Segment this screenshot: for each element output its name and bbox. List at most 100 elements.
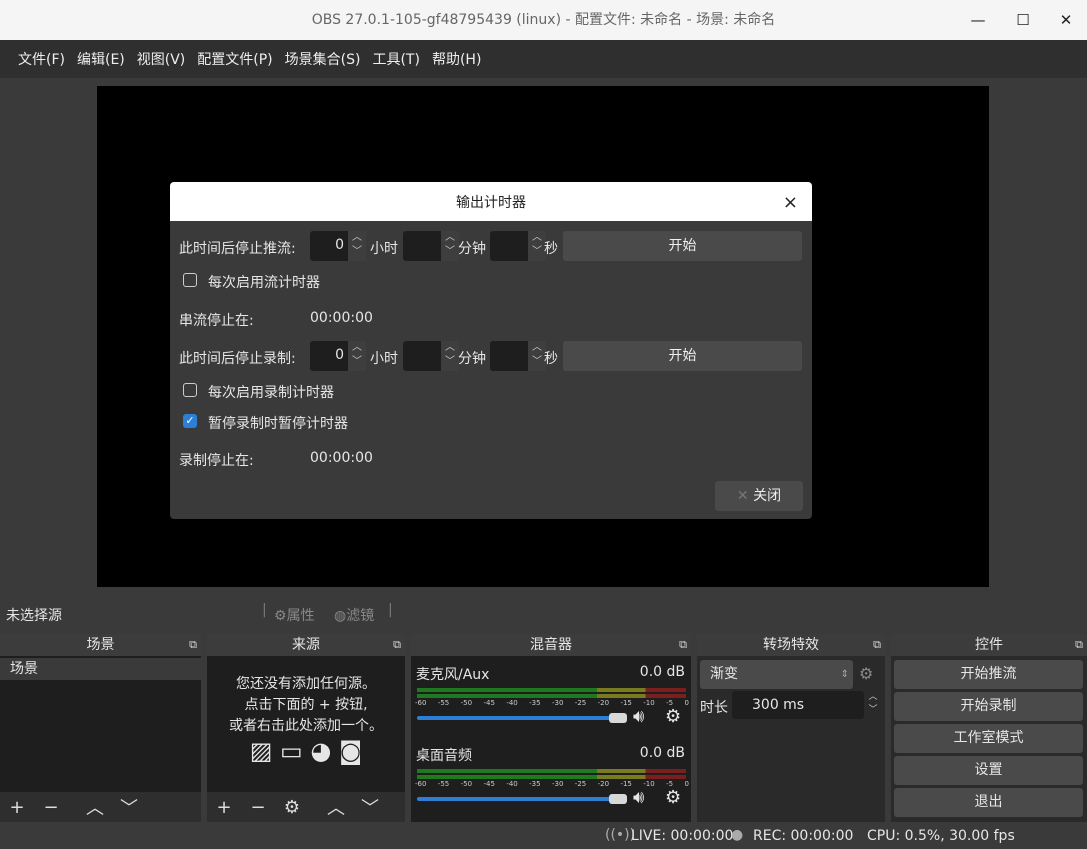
transition-select[interactable]: 渐变 ⇕ (700, 660, 853, 689)
volume-knob[interactable] (609, 794, 627, 804)
gear-icon: ⚙ (274, 608, 287, 624)
meter-tick-label: -35 (529, 699, 541, 707)
meter-tick-label: -25 (574, 699, 587, 707)
empty-hint: 或者右击此处添加一个。 (229, 718, 383, 734)
meter-tick-label: -50 (460, 780, 473, 788)
channel-db: 0.0 dB (639, 664, 685, 680)
stream-minutes-spinbox[interactable]: ︿ ﹀ (403, 231, 459, 261)
title-bar: OBS 27.0.1-105-gf48795439 (linux) - 配置文件… (0, 0, 1087, 40)
gear-icon[interactable]: ⚙ (665, 787, 681, 808)
spin-arrows-icon[interactable]: ︿ ﹀ (441, 231, 459, 261)
record-stop-at-label: 录制停止在: (179, 453, 254, 469)
meter-tick-label: -20 (597, 699, 610, 707)
output-timer-dialog: 输出计时器 × 此时间后停止推流: 0 ︿ ﹀ 小时 ︿ ﹀ 分钟 ︿ ﹀ 秒 开始 每… (170, 182, 812, 519)
status-bar: ((•)) LIVE: 00:00:00 ● REC: 00:00:00 CPU… (0, 822, 1087, 849)
meter-tick-label: -35 (529, 780, 541, 788)
float-icon[interactable]: ⧉ (393, 634, 401, 656)
menu-file[interactable]: 文件(F) (18, 49, 65, 69)
empty-hint: 您还没有添加任何源。 (236, 676, 376, 692)
meter-tick-label: -30 (551, 780, 564, 788)
pause-timer-checkbox[interactable]: ✓ (183, 414, 197, 428)
record-auto-checkbox[interactable] (183, 383, 197, 397)
float-icon[interactable]: ⧉ (873, 634, 881, 656)
float-icon[interactable]: ⧉ (189, 634, 197, 656)
add-icon[interactable]: + (0, 797, 34, 818)
audio-meter (417, 694, 686, 698)
record-hours-spinbox[interactable]: 0 ︿ ﹀ (310, 341, 366, 371)
close-label: 关闭 (753, 488, 782, 504)
move-up-icon[interactable]: ︿ (319, 794, 353, 820)
record-auto-label: 每次启用录制计时器 (208, 385, 334, 401)
spin-arrows-icon[interactable]: ︿ ﹀ (348, 231, 366, 261)
maximize-button[interactable]: ☐ (1000, 0, 1046, 40)
meter-tick-label: -15 (620, 699, 632, 707)
scene-item[interactable]: 场景 (0, 658, 201, 680)
seconds-unit: 秒 (544, 241, 558, 257)
start-streaming-button[interactable]: 开始推流 (894, 660, 1083, 689)
add-icon[interactable]: + (207, 797, 241, 818)
filters-label: 滤镜 (346, 608, 375, 624)
meter-tick-label: -40 (506, 699, 518, 707)
gear-icon[interactable]: ⚙ (275, 797, 309, 818)
stream-auto-checkbox[interactable] (183, 273, 197, 287)
meter-tick-label: -25 (574, 780, 587, 788)
spin-arrows-icon[interactable]: ︿ ﹀ (441, 341, 459, 371)
start-recording-button[interactable]: 开始录制 (894, 692, 1083, 721)
minimize-button[interactable]: — (955, 0, 1001, 40)
sources-dock: 来源 ⧉ 您还没有添加任何源。 点击下面的 + 按钮, 或者右击此处添加一个。 ▨… (207, 634, 405, 822)
speaker-icon[interactable]: 🔊︎ (633, 787, 644, 808)
meter-tick-label: -20 (597, 780, 610, 788)
minutes-unit: 分钟 (458, 351, 486, 367)
meter-ticks: -60 -55 -50 -45 -40 -35 -30 -25 -20 -15 -10 -5 0 (415, 780, 689, 788)
meter-tick-label: -10 (643, 780, 655, 788)
record-minutes-spinbox[interactable]: ︿ ﹀ (403, 341, 459, 371)
spin-arrows-icon[interactable]: ︿ ﹀ (348, 341, 366, 371)
move-down-icon[interactable]: ﹀ (112, 794, 146, 820)
menu-profile[interactable]: 配置文件(P) (197, 49, 272, 69)
close-button[interactable]: ✕ (1043, 0, 1087, 40)
studio-mode-button[interactable]: 工作室模式 (894, 724, 1083, 753)
filters-button[interactable]: ◍滤镜 (334, 605, 374, 625)
move-down-icon[interactable]: ﹀ (353, 794, 387, 820)
channel-name: 桌面音频 (416, 748, 472, 764)
empty-hint: 点击下面的 + 按钮, (244, 697, 368, 713)
dialog-header: 输出计时器 × (170, 182, 812, 221)
menu-help[interactable]: 帮助(H) (432, 49, 481, 69)
spin-arrows-icon[interactable]: ︿ ﹀ (864, 691, 882, 719)
float-icon[interactable]: ⧉ (679, 634, 687, 656)
stream-auto-label: 每次启用流计时器 (208, 275, 320, 291)
gear-icon[interactable]: ⚙ (665, 706, 681, 727)
record-seconds-spinbox[interactable]: ︿ ﹀ (490, 341, 546, 371)
dialog-close-button[interactable]: ✕ 关闭 (715, 481, 803, 511)
stream-start-button[interactable]: 开始 (563, 231, 802, 261)
properties-label: 属性 (286, 608, 315, 624)
close-icon: ✕ (736, 488, 749, 504)
remove-icon[interactable]: − (34, 797, 68, 818)
menu-edit[interactable]: 编辑(E) (77, 49, 125, 69)
meter-tick-label: -50 (460, 699, 473, 707)
properties-button[interactable]: ⚙属性 (274, 605, 315, 625)
duration-input[interactable]: 300 ms (732, 691, 864, 719)
menu-view[interactable]: 视图(V) (137, 49, 186, 69)
stream-hours-spinbox[interactable]: 0 ︿ ﹀ (310, 231, 366, 261)
menu-scene-collection[interactable]: 场景集合(S) (285, 49, 361, 69)
float-icon[interactable]: ⧉ (1075, 634, 1083, 656)
exit-button[interactable]: 退出 (894, 788, 1083, 817)
record-start-button[interactable]: 开始 (563, 341, 802, 371)
duration-label: 时长 (700, 700, 728, 716)
speaker-icon[interactable]: 🔊︎ (633, 706, 644, 727)
controls-title: 控件 (975, 637, 1003, 653)
gear-icon[interactable]: ⚙ (859, 664, 873, 683)
volume-slider[interactable] (417, 716, 627, 720)
remove-icon[interactable]: − (241, 797, 275, 818)
image-icon: ▨ (249, 737, 273, 765)
dialog-close-icon[interactable]: × (783, 182, 798, 224)
window-title: OBS 27.0.1-105-gf48795439 (linux) - 配置文件… (311, 12, 776, 28)
volume-knob[interactable] (609, 713, 627, 723)
menu-tools[interactable]: 工具(T) (372, 49, 419, 69)
move-up-icon[interactable]: ︿ (78, 794, 112, 820)
display-icon: ▭ (280, 737, 303, 765)
volume-slider[interactable] (417, 797, 627, 801)
settings-button[interactable]: 设置 (894, 756, 1083, 785)
stream-seconds-spinbox[interactable]: ︿ ﹀ (490, 231, 546, 261)
